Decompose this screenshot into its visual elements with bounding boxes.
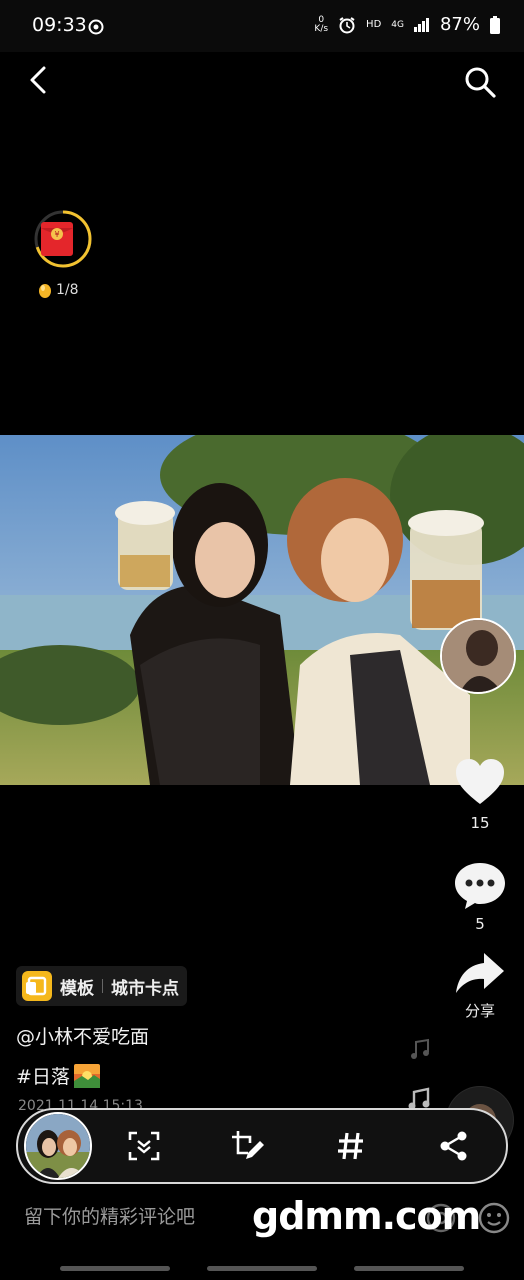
template-tag[interactable]: 模板 城市卡点 bbox=[16, 966, 187, 1006]
post-photo[interactable] bbox=[0, 435, 524, 785]
template-name: 城市卡点 bbox=[111, 978, 179, 999]
gold-egg-icon bbox=[39, 284, 51, 298]
share-button[interactable] bbox=[452, 950, 508, 996]
watermark-text: gdmm.com bbox=[252, 1194, 481, 1238]
scan-button[interactable] bbox=[92, 1110, 196, 1182]
nav-pill-right bbox=[354, 1266, 464, 1271]
alarm-icon bbox=[339, 16, 355, 33]
heart-icon bbox=[456, 759, 504, 804]
share-arrow-icon bbox=[456, 953, 504, 993]
edit-crop-button[interactable] bbox=[196, 1110, 300, 1182]
thumbnail-image bbox=[26, 1114, 90, 1178]
battery-percent: 87% bbox=[439, 14, 480, 35]
sync-icon bbox=[88, 19, 104, 35]
emoji-icon[interactable] bbox=[478, 1202, 510, 1234]
hashtag-text: #日落 bbox=[16, 1066, 70, 1088]
author-name[interactable]: @小林不爱吃面 bbox=[16, 1022, 149, 1049]
hashtag-button[interactable] bbox=[299, 1110, 403, 1182]
template-label: 模板 bbox=[60, 978, 94, 999]
signal-icon bbox=[413, 17, 429, 32]
hashtag-row[interactable]: #日落 bbox=[16, 1062, 100, 1089]
battery-icon bbox=[490, 15, 500, 34]
reward-progress: 1/8 bbox=[38, 282, 79, 298]
hashtag-icon bbox=[337, 1132, 363, 1160]
like-count: 15 bbox=[470, 814, 490, 832]
back-button[interactable] bbox=[20, 62, 56, 98]
nav-pill-center bbox=[207, 1266, 317, 1271]
hd-badge: HD bbox=[366, 19, 382, 30]
status-bar: 09:33 0 K/s HD 4G 87% bbox=[0, 0, 524, 52]
share-label: 分享 bbox=[464, 1002, 495, 1020]
nav-pill-left bbox=[60, 1266, 170, 1271]
sunset-emoji-icon bbox=[73, 1063, 100, 1088]
status-time: 09:33 bbox=[32, 14, 87, 36]
floating-toolbar bbox=[16, 1108, 508, 1184]
share-toolbar-button[interactable] bbox=[403, 1110, 507, 1182]
toolbar-thumbnail[interactable] bbox=[24, 1112, 92, 1180]
status-icons: 0 K/s HD 4G 87% bbox=[314, 14, 500, 35]
tag-divider bbox=[102, 979, 103, 993]
like-button[interactable] bbox=[452, 756, 508, 808]
music-note-icon-2 bbox=[408, 1087, 430, 1110]
reward-widget[interactable]: ¥ bbox=[32, 204, 94, 274]
photo-two-girls-sunset bbox=[0, 435, 524, 785]
net-speed: 0 K/s bbox=[314, 14, 329, 34]
svg-text:¥: ¥ bbox=[54, 230, 59, 239]
author-avatar[interactable] bbox=[440, 618, 516, 694]
comment-button[interactable] bbox=[452, 860, 508, 912]
network-type: 4G bbox=[391, 19, 404, 30]
comment-input[interactable]: 留下你的精彩评论吧 bbox=[24, 1202, 195, 1229]
music-note-icon bbox=[411, 1038, 429, 1059]
template-icon bbox=[22, 971, 52, 1001]
comment-count: 5 bbox=[475, 915, 485, 933]
crop-edit-icon bbox=[232, 1131, 265, 1159]
scan-icon bbox=[128, 1131, 160, 1161]
avatar-image bbox=[442, 620, 514, 692]
chevron-left-icon bbox=[30, 66, 46, 94]
red-packet-icon: ¥ bbox=[41, 222, 73, 256]
reward-progress-text: 1/8 bbox=[56, 282, 79, 298]
search-button[interactable] bbox=[460, 62, 500, 102]
comment-bubble-icon bbox=[455, 863, 505, 909]
search-icon bbox=[465, 67, 496, 98]
share-nodes-icon bbox=[440, 1131, 467, 1161]
